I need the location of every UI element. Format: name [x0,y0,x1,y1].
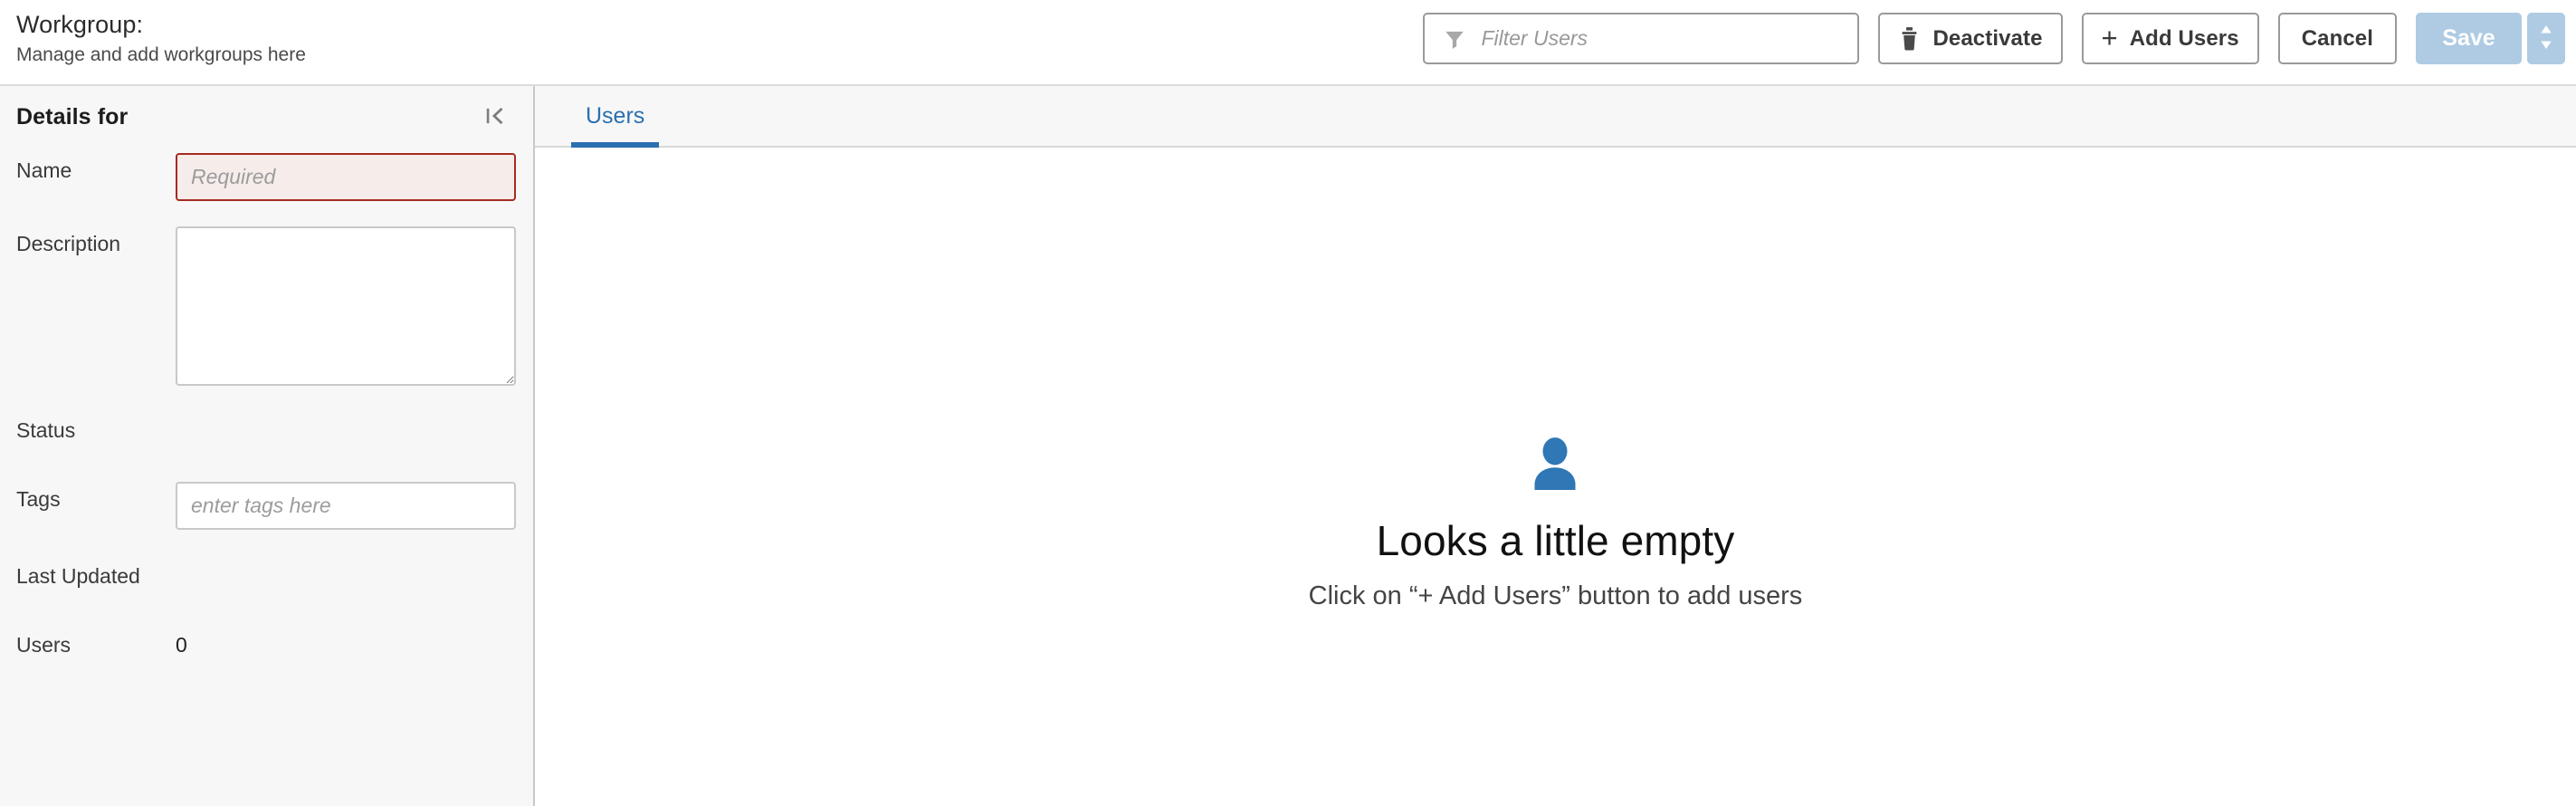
details-sidebar: Details for Name Required Description St… [0,86,535,806]
cancel-button[interactable]: Cancel [2277,13,2397,64]
tab-users-label: Users [586,102,645,129]
users-count-value: 0 [176,633,187,657]
field-control-status [176,413,517,418]
save-button-label: Save [2442,25,2495,51]
app-root: Workgroup: Manage and add workgroups her… [0,0,2576,806]
header-title-block: Workgroup: Manage and add workgroups her… [0,0,306,66]
filter-users-field [1423,13,1860,64]
header-actions: Deactivate + Add Users Cancel Save [1423,0,2576,64]
last-updated-value [176,559,517,564]
tab-users[interactable]: Users [571,86,660,148]
details-sidebar-header: Details for [0,86,533,148]
save-dropdown-button[interactable] [2527,13,2565,64]
caret-up-down-icon [2537,24,2555,53]
description-textarea[interactable] [176,226,516,386]
cancel-button-label: Cancel [2301,25,2373,51]
details-form: Name Description Status [0,148,533,667]
empty-state-subtitle: Click on “+ Add Users” button to add use… [1308,581,1803,610]
field-row-status: Status [0,413,533,453]
status-value [176,413,517,418]
field-row-tags: Tags [0,482,533,530]
page-header: Workgroup: Manage and add workgroups her… [0,0,2576,86]
trash-icon [1898,26,1921,52]
save-split-button: Save [2416,13,2565,64]
tab-bar: Users [535,86,2576,148]
name-input[interactable] [176,153,516,201]
add-users-button[interactable]: + Add Users [2081,13,2259,64]
field-control-name [176,153,517,201]
page-subtitle: Manage and add workgroups here [16,44,306,66]
deactivate-button[interactable]: Deactivate [1878,13,2063,64]
field-label-status: Status [16,418,76,442]
field-label-users: Users [16,633,72,657]
save-button[interactable]: Save [2416,13,2522,64]
field-control-last-updated [176,559,517,564]
field-label-name: Name [16,158,72,182]
field-label-last-updated: Last Updated [16,564,140,588]
empty-state-title: Looks a little empty [1376,516,1735,564]
field-control-description [176,226,517,386]
main-panel: Users Looks a little empty Click on “+ A… [535,86,2576,806]
plus-icon: + [2101,22,2118,53]
empty-state: Looks a little empty Click on “+ Add Use… [1308,433,1803,612]
field-control-users: 0 [176,628,517,658]
add-users-button-label: Add Users [2129,25,2239,51]
field-row-users: Users 0 [0,628,533,667]
tags-input[interactable] [176,482,516,530]
person-icon [1522,433,1588,498]
collapse-panel-button[interactable] [480,101,510,132]
filter-users-input[interactable] [1423,13,1860,64]
field-row-last-updated: Last Updated [0,559,533,599]
field-row-description: Description [0,226,533,386]
field-label-tags: Tags [16,487,61,511]
users-tab-content: Looks a little empty Click on “+ Add Use… [535,148,2576,806]
body-area: Details for Name Required Description St… [0,86,2576,806]
field-control-tags [176,482,517,530]
collapse-panel-left-icon [483,104,507,130]
page-title: Workgroup: [16,11,144,38]
field-label-description: Description [16,232,121,255]
field-row-name: Name [0,153,533,201]
deactivate-button-label: Deactivate [1932,25,2043,51]
details-sidebar-title: Details for [16,103,129,130]
